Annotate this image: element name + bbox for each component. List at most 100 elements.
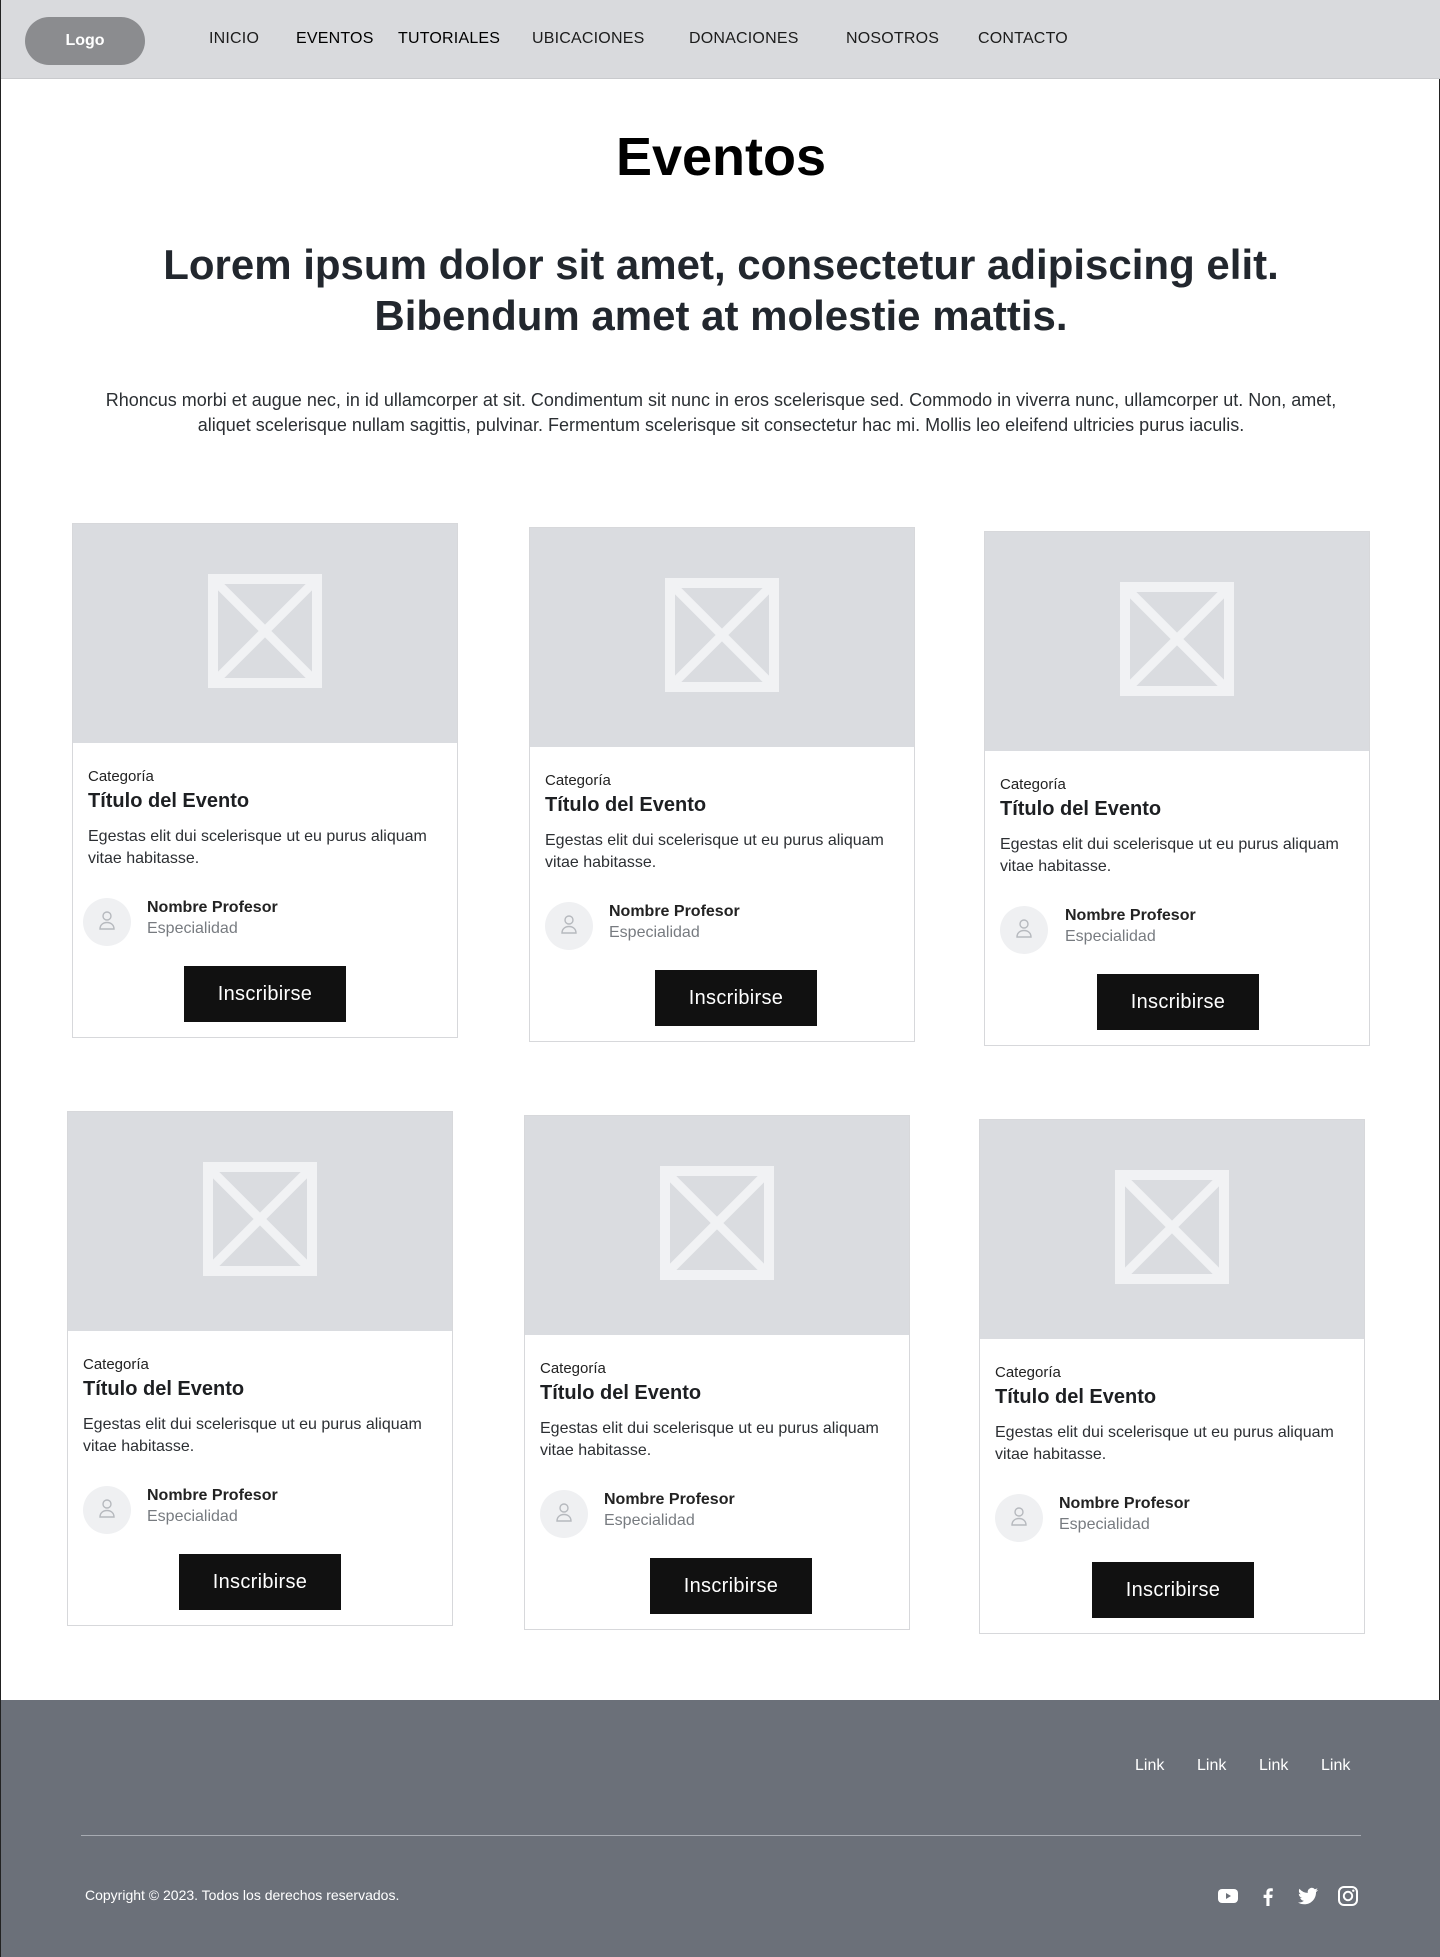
teacher-specialty: Especialidad <box>604 1512 695 1529</box>
image-placeholder-icon <box>665 578 779 697</box>
event-description-line: vitae habitasse. <box>995 1446 1107 1463</box>
user-icon <box>97 1497 117 1524</box>
intro-line: Rhoncus morbi et augue nec, in id ullamc… <box>105 390 1337 410</box>
enroll-button[interactable]: Inscribirse <box>1097 974 1259 1030</box>
event-description-line: Egestas elit dui scelerisque ut eu purus… <box>88 828 427 845</box>
teacher-specialty: Especialidad <box>147 920 238 937</box>
nav-item-contacto[interactable]: CONTACTO <box>978 30 1068 48</box>
subtitle-line: Bibendum amet at molestie mattis. <box>374 292 1068 339</box>
event-card: Categoría Título del Evento Egestas elit d… <box>984 531 1370 1046</box>
nav-item-ubicaciones[interactable]: UBICACIONES <box>532 30 644 48</box>
event-category: Categoría <box>545 772 611 789</box>
event-description-line: vitae habitasse. <box>83 1438 195 1455</box>
instagram-icon[interactable] <box>1336 1884 1360 1908</box>
event-title: Título del Evento <box>995 1386 1157 1408</box>
event-title: Título del Evento <box>545 794 707 816</box>
intro-line: aliquet scelerisque nullam sagittis, pul… <box>197 415 1245 435</box>
footer-divider <box>81 1835 1361 1836</box>
teacher-specialty: Especialidad <box>1065 928 1156 945</box>
teacher-name: Nombre Profesor <box>609 903 740 920</box>
event-card: Categoría Título del Evento Egestas elit d… <box>529 527 915 1042</box>
footer-link[interactable]: Link <box>1135 1757 1164 1775</box>
teacher-name: Nombre Profesor <box>147 899 278 916</box>
user-icon <box>97 909 117 936</box>
event-image-placeholder <box>525 1116 909 1335</box>
teacher-specialty: Especialidad <box>147 1508 238 1525</box>
event-description-line: vitae habitasse. <box>88 850 200 867</box>
event-description: Egestas elit dui scelerisque ut eu purus… <box>540 1418 896 1462</box>
youtube-icon[interactable] <box>1216 1884 1240 1908</box>
event-title: Título del Evento <box>88 790 250 812</box>
page-subtitle: Lorem ipsum dolor sit amet, consectetur … <box>121 239 1321 341</box>
teacher-specialty: Especialidad <box>609 924 700 941</box>
event-description-line: Egestas elit dui scelerisque ut eu purus… <box>995 1424 1334 1441</box>
teacher-specialty: Especialidad <box>1059 1516 1150 1533</box>
avatar <box>995 1494 1043 1542</box>
event-description: Egestas elit dui scelerisque ut eu purus… <box>88 826 444 870</box>
event-image-placeholder <box>68 1112 452 1331</box>
enroll-button[interactable]: Inscribirse <box>655 970 817 1026</box>
event-description: Egestas elit dui scelerisque ut eu purus… <box>545 830 901 874</box>
event-description-line: Egestas elit dui scelerisque ut eu purus… <box>83 1416 422 1433</box>
event-card: Categoría Título del Evento Egestas elit d… <box>524 1115 910 1630</box>
logo[interactable]: Logo <box>25 17 145 65</box>
nav-item-tutoriales[interactable]: TUTORIALES <box>398 30 500 48</box>
teacher-name: Nombre Profesor <box>1065 907 1196 924</box>
nav-item-inicio[interactable]: INICIO <box>209 30 259 48</box>
footer-link[interactable]: Link <box>1321 1757 1350 1775</box>
image-placeholder-icon <box>660 1166 774 1285</box>
enroll-button[interactable]: Inscribirse <box>650 1558 812 1614</box>
event-category: Categoría <box>995 1364 1061 1381</box>
subtitle-line: Lorem ipsum dolor sit amet, consectetur … <box>163 241 1279 288</box>
footer-link[interactable]: Link <box>1197 1757 1226 1775</box>
footer: Link Link Link Link Copyright © 2023. To… <box>1 1700 1440 1957</box>
event-image-placeholder <box>985 532 1369 751</box>
event-description-line: vitae habitasse. <box>1000 858 1112 875</box>
avatar <box>540 1490 588 1538</box>
event-description-line: vitae habitasse. <box>540 1442 652 1459</box>
event-image-placeholder <box>73 524 457 743</box>
event-description: Egestas elit dui scelerisque ut eu purus… <box>1000 834 1356 878</box>
enroll-button[interactable]: Inscribirse <box>1092 1562 1254 1618</box>
image-placeholder-icon <box>208 574 322 693</box>
event-category: Categoría <box>540 1360 606 1377</box>
teacher-name: Nombre Profesor <box>147 1487 278 1504</box>
facebook-icon[interactable] <box>1256 1884 1280 1908</box>
twitter-icon[interactable] <box>1296 1884 1320 1908</box>
event-description-line: Egestas elit dui scelerisque ut eu purus… <box>545 832 884 849</box>
image-placeholder-icon <box>1115 1170 1229 1289</box>
user-icon <box>1009 1505 1029 1532</box>
nav-item-donaciones[interactable]: DONACIONES <box>689 30 799 48</box>
nav-item-eventos[interactable]: EVENTOS <box>296 30 374 48</box>
event-category: Categoría <box>83 1356 149 1373</box>
user-icon <box>554 1501 574 1528</box>
intro-paragraph: Rhoncus morbi et augue nec, in id ullamc… <box>101 388 1341 438</box>
event-image-placeholder <box>530 528 914 747</box>
teacher-name: Nombre Profesor <box>604 1491 735 1508</box>
enroll-button[interactable]: Inscribirse <box>184 966 346 1022</box>
image-placeholder-icon <box>1120 582 1234 701</box>
event-image-placeholder <box>980 1120 1364 1339</box>
event-description: Egestas elit dui scelerisque ut eu purus… <box>83 1414 439 1458</box>
enroll-button[interactable]: Inscribirse <box>179 1554 341 1610</box>
footer-link[interactable]: Link <box>1259 1757 1288 1775</box>
user-icon <box>1014 917 1034 944</box>
teacher-name: Nombre Profesor <box>1059 1495 1190 1512</box>
event-title: Título del Evento <box>83 1378 245 1400</box>
event-card: Categoría Título del Evento Egestas elit d… <box>67 1111 453 1626</box>
image-placeholder-icon <box>203 1162 317 1281</box>
event-category: Categoría <box>88 768 154 785</box>
user-icon <box>559 913 579 940</box>
event-description-line: vitae habitasse. <box>545 854 657 871</box>
nav-item-nosotros[interactable]: NOSOTROS <box>846 30 939 48</box>
event-category: Categoría <box>1000 776 1066 793</box>
event-description: Egestas elit dui scelerisque ut eu purus… <box>995 1422 1351 1466</box>
top-navbar: Logo INICIO EVENTOS TUTORIALES UBICACION… <box>1 0 1440 79</box>
event-title: Título del Evento <box>540 1382 702 1404</box>
event-title: Título del Evento <box>1000 798 1162 820</box>
avatar <box>83 1486 131 1534</box>
event-description-line: Egestas elit dui scelerisque ut eu purus… <box>540 1420 879 1437</box>
event-card: Categoría Título del Evento Egestas elit d… <box>72 523 458 1038</box>
avatar <box>545 902 593 950</box>
page-title: Eventos <box>615 127 827 187</box>
